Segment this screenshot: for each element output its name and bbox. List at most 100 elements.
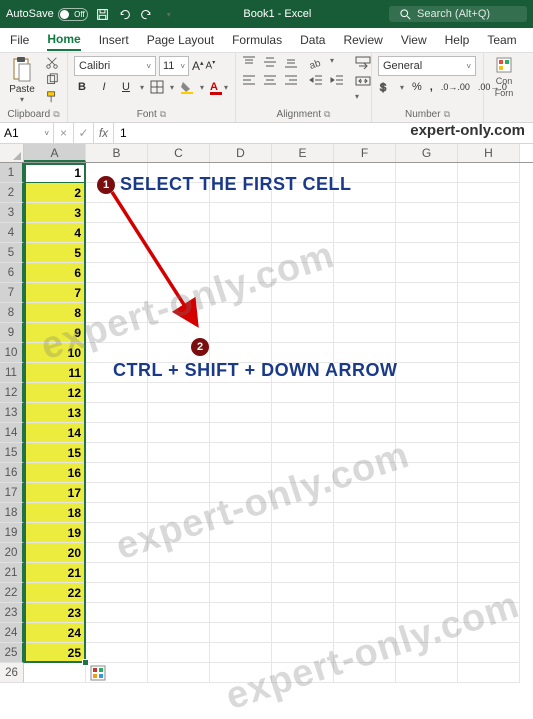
cell[interactable] xyxy=(458,403,520,423)
cell[interactable]: 14 xyxy=(24,423,86,443)
tab-review[interactable]: Review xyxy=(343,30,382,50)
formula-value[interactable]: 1 xyxy=(114,126,133,140)
quick-analysis-icon[interactable] xyxy=(90,665,106,681)
cell[interactable] xyxy=(210,463,272,483)
row-header[interactable]: 23 xyxy=(0,603,24,623)
undo-icon[interactable] xyxy=(118,7,132,21)
cell[interactable] xyxy=(396,363,458,383)
cell[interactable] xyxy=(272,463,334,483)
cell[interactable]: 23 xyxy=(24,603,86,623)
cell[interactable] xyxy=(334,303,396,323)
cell[interactable] xyxy=(148,243,210,263)
cell[interactable] xyxy=(148,303,210,323)
cell[interactable] xyxy=(148,643,210,663)
cell[interactable] xyxy=(210,303,272,323)
cell[interactable] xyxy=(272,223,334,243)
cell[interactable] xyxy=(210,583,272,603)
cell[interactable] xyxy=(272,403,334,423)
cell[interactable] xyxy=(148,563,210,583)
search-input[interactable] xyxy=(417,8,517,20)
cell[interactable] xyxy=(458,283,520,303)
tab-help[interactable]: Help xyxy=(445,30,470,50)
col-header[interactable]: B xyxy=(86,144,148,162)
cell[interactable] xyxy=(272,323,334,343)
cell[interactable] xyxy=(334,223,396,243)
row-header[interactable]: 1 xyxy=(0,163,24,183)
col-header[interactable]: C xyxy=(148,144,210,162)
col-header[interactable]: D xyxy=(210,144,272,162)
cell[interactable] xyxy=(272,243,334,263)
row-header[interactable]: 13 xyxy=(0,403,24,423)
cell[interactable] xyxy=(148,463,210,483)
cell[interactable] xyxy=(148,523,210,543)
cell[interactable] xyxy=(86,603,148,623)
cell[interactable] xyxy=(272,643,334,663)
cell[interactable]: 10 xyxy=(24,343,86,363)
row-header[interactable]: 4 xyxy=(0,223,24,243)
cell[interactable] xyxy=(334,423,396,443)
cell[interactable] xyxy=(148,583,210,603)
row-header[interactable]: 12 xyxy=(0,383,24,403)
fx-icon[interactable]: fx xyxy=(94,123,114,143)
cell[interactable] xyxy=(458,203,520,223)
cell[interactable] xyxy=(334,663,396,683)
cell[interactable] xyxy=(210,563,272,583)
cell[interactable] xyxy=(86,323,148,343)
cell[interactable] xyxy=(86,503,148,523)
copy-icon[interactable] xyxy=(43,73,61,87)
tab-team[interactable]: Team xyxy=(487,30,516,50)
cell[interactable] xyxy=(458,583,520,603)
increase-decimal-icon[interactable]: .0→.00 xyxy=(441,82,470,92)
row-header[interactable]: 9 xyxy=(0,323,24,343)
cell[interactable]: 8 xyxy=(24,303,86,323)
launcher-icon[interactable]: ⧉ xyxy=(444,109,450,120)
cell[interactable] xyxy=(210,203,272,223)
cell[interactable] xyxy=(334,523,396,543)
cell[interactable] xyxy=(272,443,334,463)
cell[interactable] xyxy=(396,223,458,243)
cell[interactable] xyxy=(458,243,520,263)
chevron-down-icon[interactable]: ▾ xyxy=(200,83,204,92)
wrap-text-icon[interactable] xyxy=(355,56,371,70)
cell[interactable] xyxy=(272,283,334,303)
cell[interactable] xyxy=(272,583,334,603)
cell[interactable] xyxy=(148,663,210,683)
cell[interactable] xyxy=(86,283,148,303)
cell[interactable] xyxy=(210,403,272,423)
launcher-icon[interactable]: ⧉ xyxy=(324,109,330,120)
cell[interactable] xyxy=(272,483,334,503)
cell[interactable] xyxy=(210,623,272,643)
cell[interactable]: 5 xyxy=(24,243,86,263)
cell[interactable] xyxy=(210,423,272,443)
cell[interactable]: 3 xyxy=(24,203,86,223)
font-color-icon[interactable]: A xyxy=(210,81,218,93)
cell[interactable] xyxy=(272,663,334,683)
chevron-down-icon[interactable]: ▾ xyxy=(330,56,334,70)
cell[interactable] xyxy=(334,383,396,403)
chevron-down-icon[interactable]: ▾ xyxy=(400,83,404,92)
tab-view[interactable]: View xyxy=(401,30,427,50)
cell[interactable] xyxy=(396,563,458,583)
cell[interactable] xyxy=(272,303,334,323)
cell[interactable] xyxy=(86,303,148,323)
cell[interactable] xyxy=(148,483,210,503)
cell[interactable]: 15 xyxy=(24,443,86,463)
cell[interactable] xyxy=(148,383,210,403)
cell[interactable] xyxy=(458,223,520,243)
cell[interactable]: 7 xyxy=(24,283,86,303)
number-format-select[interactable]: General˅ xyxy=(378,56,476,76)
cell[interactable] xyxy=(458,483,520,503)
cell[interactable] xyxy=(396,523,458,543)
enter-icon[interactable]: ✓ xyxy=(74,123,94,143)
cell[interactable] xyxy=(272,603,334,623)
cell[interactable] xyxy=(148,423,210,443)
tab-file[interactable]: File xyxy=(10,30,29,50)
cell[interactable] xyxy=(272,623,334,643)
cell[interactable] xyxy=(210,503,272,523)
cell[interactable] xyxy=(86,643,148,663)
cell[interactable] xyxy=(86,563,148,583)
cell[interactable] xyxy=(396,483,458,503)
cell[interactable] xyxy=(334,623,396,643)
align-center-icon[interactable] xyxy=(263,74,279,88)
cell[interactable] xyxy=(334,483,396,503)
